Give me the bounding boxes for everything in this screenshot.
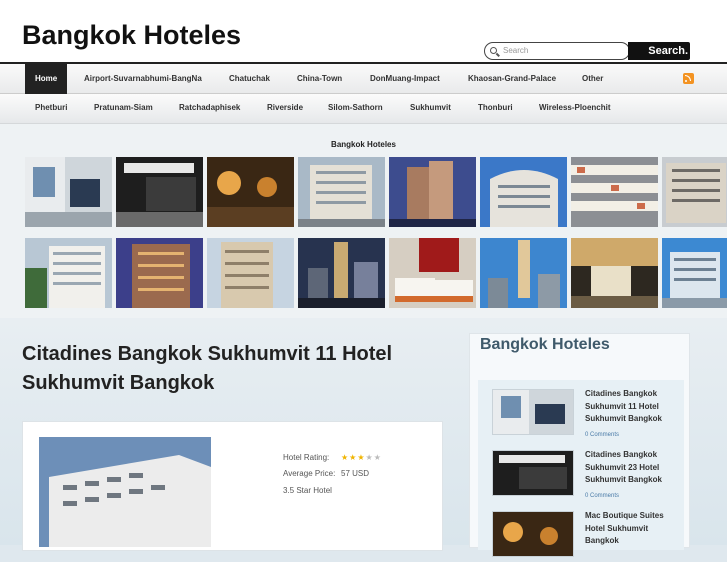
nav-item-airport[interactable]: Airport-Suvarnabhumi-BangNa xyxy=(84,64,202,94)
rating-stars: ★★★★★ xyxy=(341,453,382,462)
price-value: 57 USD xyxy=(341,469,370,478)
post-link-title[interactable]: Citadines Bangkok Sukhumvit 11 Hotel Suk… xyxy=(585,389,662,423)
gallery-photo[interactable] xyxy=(389,157,476,227)
list-item[interactable]: Mac Boutique Suites Hotel Sukhumvit Bang… xyxy=(478,502,684,562)
nav-item-thonburi[interactable]: Thonburi xyxy=(478,94,513,122)
nav-item-ratchadaphisek[interactable]: Ratchadaphisek xyxy=(179,94,240,122)
secondary-nav: Phetburi Pratunam-Siam Ratchadaphisek Ri… xyxy=(0,94,727,124)
star-filled-icon: ★ xyxy=(357,453,365,462)
gallery-photo[interactable] xyxy=(116,157,203,227)
post-link[interactable]: Citadines Bangkok Sukhumvit 11 Hotel Suk… xyxy=(585,388,680,441)
gallery-photo[interactable] xyxy=(207,238,294,308)
average-price: Average Price: 57 USD xyxy=(283,469,369,478)
post-link[interactable]: Citadines Bangkok Sukhumvit 23 Hotel Suk… xyxy=(585,449,680,502)
gallery-photo[interactable] xyxy=(116,238,203,308)
nav-item-khaosan[interactable]: Khaosan-Grand-Palace xyxy=(468,64,556,94)
list-item[interactable]: Citadines Bangkok Sukhumvit 11 Hotel Suk… xyxy=(478,380,684,440)
nav-item-chatuchak[interactable]: Chatuchak xyxy=(229,64,270,94)
hotel-gallery: Bangkok Hoteles xyxy=(0,124,727,319)
nav-item-home[interactable]: Home xyxy=(25,64,68,94)
comments-link[interactable]: 0 Comments xyxy=(585,429,680,442)
star-filled-icon: ★ xyxy=(341,453,349,462)
post-thumbnail[interactable] xyxy=(492,450,574,496)
gallery-photo[interactable] xyxy=(298,157,385,227)
hotel-class: 3.5 Star Hotel xyxy=(283,486,332,495)
post-thumbnail[interactable] xyxy=(492,389,574,435)
gallery-photo[interactable] xyxy=(25,238,112,308)
nav-item-silom-sathorn[interactable]: Silom-Sathorn xyxy=(328,94,383,122)
search-button[interactable]: Search. xyxy=(628,42,690,60)
site-title[interactable]: Bangkok Hoteles xyxy=(22,22,241,49)
post-title[interactable]: Citadines Bangkok Sukhumvit 11 Hotel Suk… xyxy=(22,340,442,398)
post-link-title[interactable]: Citadines Bangkok Sukhumvit 23 Hotel Suk… xyxy=(585,450,662,484)
gallery-photo[interactable] xyxy=(571,157,658,227)
hotel-photo[interactable] xyxy=(39,437,211,547)
gallery-photo[interactable] xyxy=(480,238,567,308)
search-input[interactable]: Search xyxy=(484,42,630,60)
post-thumbnail[interactable] xyxy=(492,511,574,557)
comments-link[interactable]: 0 Comments xyxy=(585,490,680,503)
post-link-title[interactable]: Mac Boutique Suites Hotel Sukhumvit Bang… xyxy=(585,511,664,545)
nav-item-donmuang[interactable]: DonMuang-Impact xyxy=(370,64,440,94)
star-filled-icon: ★ xyxy=(349,453,357,462)
nav-item-riverside[interactable]: Riverside xyxy=(267,94,303,122)
star-empty-icon: ★ xyxy=(373,453,381,462)
nav-item-wireless-ploenchit[interactable]: Wireless-Ploenchit xyxy=(539,94,611,122)
nav-item-sukhumvit[interactable]: Sukhumvit xyxy=(410,94,451,122)
post-link[interactable]: Mac Boutique Suites Hotel Sukhumvit Bang… xyxy=(585,510,680,548)
gallery-photo[interactable] xyxy=(298,238,385,308)
list-item[interactable]: Citadines Bangkok Sukhumvit 23 Hotel Suk… xyxy=(478,441,684,501)
nav-item-pratunam-siam[interactable]: Pratunam-Siam xyxy=(94,94,153,122)
gallery-title: Bangkok Hoteles xyxy=(331,140,396,149)
nav-item-phetburi[interactable]: Phetburi xyxy=(35,94,67,122)
nav-item-other[interactable]: Other xyxy=(582,64,603,94)
gallery-photo[interactable] xyxy=(571,238,658,308)
sidebar-title: Bangkok Hoteles xyxy=(480,336,610,353)
gallery-photo[interactable] xyxy=(25,157,112,227)
sidebar-post-list: Citadines Bangkok Sukhumvit 11 Hotel Suk… xyxy=(478,380,684,557)
gallery-photo[interactable] xyxy=(662,157,727,227)
gallery-photo[interactable] xyxy=(662,238,727,308)
star-empty-icon: ★ xyxy=(365,453,373,462)
price-label: Average Price: xyxy=(283,469,336,478)
nav-item-china-town[interactable]: China-Town xyxy=(297,64,342,94)
search-placeholder: Search xyxy=(503,46,529,55)
gallery-photo[interactable] xyxy=(389,238,476,308)
primary-nav: Home Airport-Suvarnabhumi-BangNa Chatuch… xyxy=(0,62,727,94)
gallery-photo[interactable] xyxy=(480,157,567,227)
rating-label: Hotel Rating: xyxy=(283,453,330,462)
hotel-rating: Hotel Rating: ★★★★★ xyxy=(283,453,381,462)
search-icon xyxy=(490,47,497,54)
rss-icon[interactable] xyxy=(683,73,694,84)
gallery-photo[interactable] xyxy=(207,157,294,227)
